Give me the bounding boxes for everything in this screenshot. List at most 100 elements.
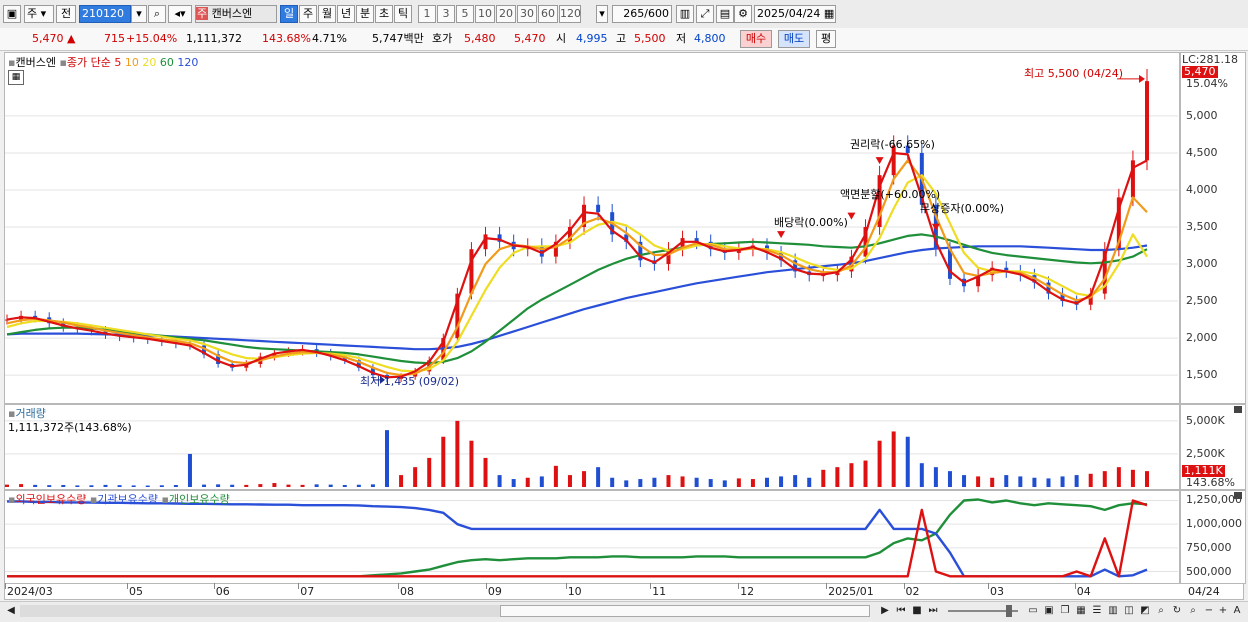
market-type-label: 주: [27, 7, 38, 20]
zoom-out-icon[interactable]: −: [1202, 604, 1216, 618]
annotation-rights: 권리락(-66.65%): [850, 138, 935, 151]
legend-stock-name: 캔버스엔: [15, 56, 56, 69]
layout-icon[interactable]: ▭: [1026, 604, 1040, 618]
x-axis-label-7: 11: [652, 585, 667, 598]
period-tab-2[interactable]: 월: [318, 5, 336, 23]
pane-close-icon[interactable]: [1234, 492, 1242, 499]
period-tab-3[interactable]: 년: [337, 5, 355, 23]
zoom-in-icon[interactable]: +: [1216, 604, 1230, 618]
layout-split-icon[interactable]: ▣: [1042, 604, 1056, 618]
volume-bar: [1060, 476, 1065, 487]
gear-icon[interactable]: ⚙: [734, 5, 752, 23]
pane-close-icon[interactable]: [1234, 406, 1242, 413]
period-tab-6[interactable]: 틱: [394, 5, 412, 23]
volume-bar: [849, 463, 854, 487]
count-button-30[interactable]: 30: [517, 5, 537, 23]
eval-button[interactable]: 평: [816, 30, 836, 48]
count-button-20[interactable]: 20: [496, 5, 516, 23]
buy-button[interactable]: 매수: [740, 30, 772, 48]
window-menu-icon[interactable]: ▣: [3, 5, 21, 23]
current-price: 5,470 ▲: [32, 32, 76, 45]
code-dropdown-button[interactable]: ▾: [131, 5, 147, 23]
refresh-icon[interactable]: ↻: [1170, 604, 1184, 618]
stop-icon[interactable]: ■: [910, 604, 924, 618]
grid-icon[interactable]: ▦: [1074, 604, 1088, 618]
volume-bar: [286, 484, 291, 487]
volume-bar: [47, 485, 52, 487]
ask-price: 5,480: [464, 32, 496, 45]
volume-bar: [427, 457, 432, 487]
save-icon[interactable]: ▤: [716, 5, 734, 23]
list-icon[interactable]: ☰: [1090, 604, 1104, 618]
zoom-slider-handle[interactable]: [1006, 605, 1012, 617]
market-type-select[interactable]: 주 ▾: [24, 5, 54, 23]
font-size-icon[interactable]: A: [1230, 604, 1244, 618]
stock-name-box: 주 캔버스엔: [195, 5, 277, 23]
last-page-icon[interactable]: ⏭: [926, 604, 940, 618]
count-button-60[interactable]: 60: [538, 5, 558, 23]
period-tab-5[interactable]: 초: [375, 5, 393, 23]
volume-bar: [300, 484, 305, 487]
volume-bar: [399, 475, 404, 487]
volume-bar: [750, 479, 755, 487]
prev-button[interactable]: 전: [56, 5, 76, 23]
zoom-icon[interactable]: ⌕: [1154, 604, 1168, 618]
sound-icon[interactable]: ◂▾: [168, 5, 192, 23]
scroll-left-icon[interactable]: ◀: [4, 604, 18, 618]
tile-icon[interactable]: ▥: [1106, 604, 1120, 618]
volume-bar: [342, 485, 347, 487]
count-button-5[interactable]: 5: [456, 5, 474, 23]
count-button-1[interactable]: 1: [418, 5, 436, 23]
period-tab-4[interactable]: 분: [356, 5, 374, 23]
stock-code-input[interactable]: 210120: [79, 5, 131, 23]
chart-type-icon[interactable]: ▥: [676, 5, 694, 23]
volume-bar: [1018, 476, 1023, 487]
trade-amount: 5,747백만: [372, 32, 424, 45]
bars-count-input[interactable]: 265/600: [612, 5, 672, 23]
draw-tool-icon[interactable]: ⤢: [696, 5, 714, 23]
price-legend: ▪캔버스엔 ▪종가 단순 5 10 20 60 120: [8, 54, 198, 70]
calendar-icon: ▦: [823, 7, 835, 20]
count-button-10[interactable]: 10: [475, 5, 495, 23]
volume-info: 1,111,372주(143.68%): [8, 421, 132, 434]
individual_holding-line: [7, 498, 1148, 578]
period-tab-1[interactable]: 주: [299, 5, 317, 23]
search-icon[interactable]: ⌕: [1186, 604, 1200, 618]
price-axis-tick-1: 4,500: [1186, 145, 1218, 159]
volume-bar: [441, 436, 446, 487]
legend-square-icon: ▪: [161, 493, 169, 506]
x-axis-label-12: 04: [1076, 585, 1091, 598]
chart-icon[interactable]: ◩: [1138, 604, 1152, 618]
volume-bar: [61, 485, 66, 487]
volume-bar: [891, 431, 896, 487]
price-axis-tick-6: 2,000: [1186, 331, 1218, 345]
pct-tag: 15.04%: [1186, 77, 1228, 90]
date-input[interactable]: 2025/04/24 ▦: [754, 5, 836, 23]
copy-icon[interactable]: ❐: [1058, 604, 1072, 618]
scroll-thumb[interactable]: [500, 605, 870, 617]
count-button-120[interactable]: 120: [559, 5, 581, 23]
ma-legend: 5 10 20 60 120: [114, 56, 198, 69]
volume-bar: [680, 476, 685, 487]
price-axis-tick-2: 4,000: [1186, 182, 1218, 196]
volume-bar: [159, 485, 164, 487]
count-button-3[interactable]: 3: [437, 5, 455, 23]
calculator-icon[interactable]: ▦: [8, 70, 24, 85]
x-axis-tick: [903, 583, 905, 589]
window-icon[interactable]: ◫: [1122, 604, 1136, 618]
rights-arrow-icon: [875, 157, 884, 165]
volume-value: 1,111,372: [186, 32, 242, 45]
chevron-down-icon[interactable]: ▾: [596, 5, 608, 23]
x-axis-tick: [650, 583, 652, 589]
volume-bar: [1088, 473, 1093, 487]
chart-scrollbar[interactable]: ◀ ▶ ⏮ ■ ⏭ ▭ ▣ ❐ ▦ ☰ ▥ ◫ ◩ ⌕ ↻ ⌕ − + A: [0, 601, 1248, 622]
sell-button[interactable]: 매도: [778, 30, 810, 48]
first-page-icon[interactable]: ⏮: [894, 604, 908, 618]
volume-bar: [835, 467, 840, 487]
search-icon[interactable]: ⌕: [148, 5, 166, 23]
period-tab-0[interactable]: 일: [280, 5, 298, 23]
scroll-right-icon[interactable]: ▶: [878, 604, 892, 618]
holding-legend: ▪외국인보유수량 ▪기관보유수량 ▪개인보유수량: [8, 491, 230, 507]
open-label: 시: [556, 32, 567, 45]
annotation-bonus: 무상증자(0.00%): [920, 202, 1005, 215]
